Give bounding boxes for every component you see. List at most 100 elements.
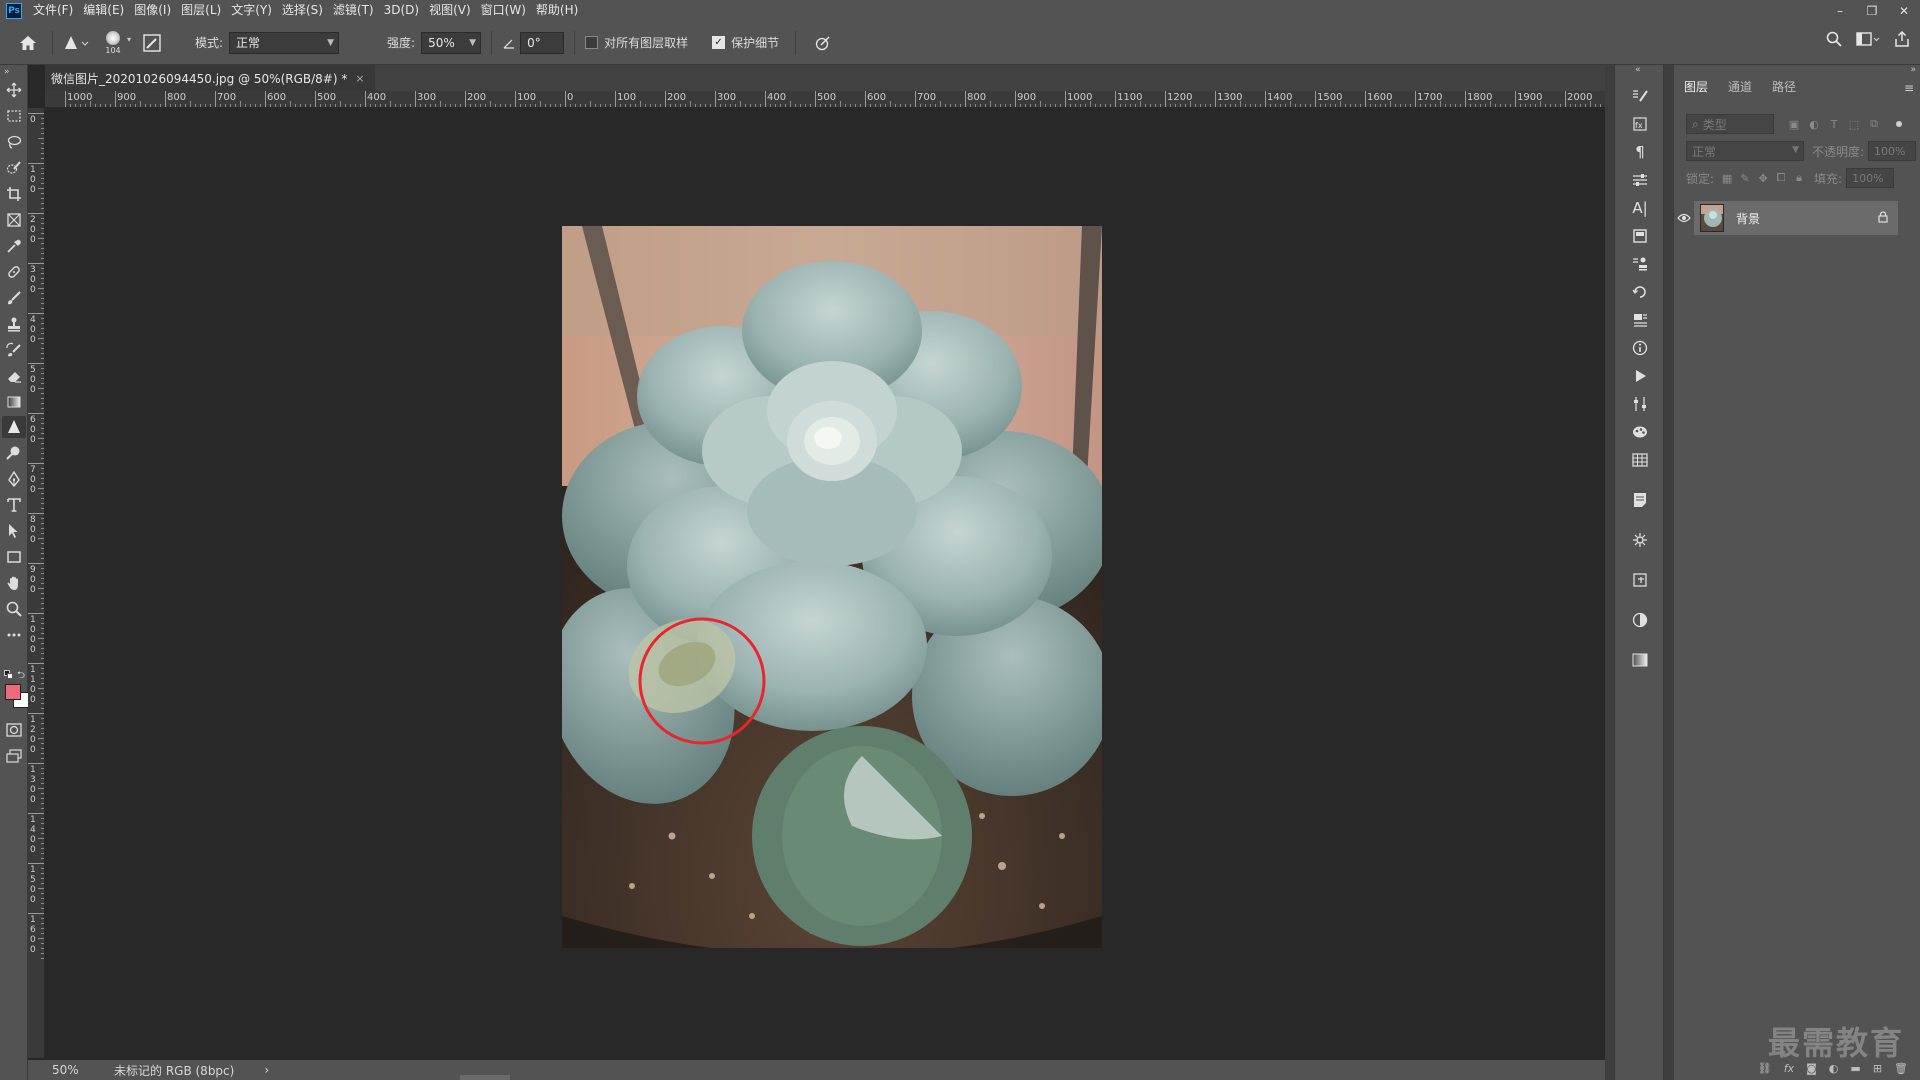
smart-object-filter-icon[interactable]: ⧉ (1864, 117, 1884, 131)
close-window-button[interactable]: ✕ (1888, 0, 1920, 21)
more-tools-icon[interactable] (2, 624, 26, 646)
sample-all-layers-checkbox[interactable] (585, 36, 599, 49)
styles-panel-icon[interactable]: fx (1628, 113, 1652, 135)
actions-panel-icon[interactable] (1628, 365, 1652, 387)
mode-select[interactable]: 正常 ▼ (229, 31, 340, 54)
protect-detail-checkbox[interactable]: ✓ (712, 36, 726, 49)
sharpen-tool-icon[interactable] (2, 416, 26, 438)
character-panel-icon[interactable]: A| (1628, 197, 1652, 219)
horizontal-ruler[interactable]: 1000 900 800 700 600 500 400 300 200 100 0 100 200 30… (45, 91, 1605, 108)
horizontal-scrollbar[interactable] (460, 1075, 510, 1080)
default-colors-icon[interactable] (4, 670, 14, 680)
close-tab-icon[interactable]: × (355, 72, 364, 85)
minimize-button[interactable]: – (1824, 0, 1856, 21)
status-arrow-icon[interactable]: › (264, 1063, 269, 1077)
tab-channels[interactable]: 通道 (1718, 75, 1762, 99)
healing-brush-tool-icon[interactable] (2, 261, 26, 283)
menu-filter[interactable]: 滤镜(T) (328, 0, 379, 21)
frame-tool-icon[interactable] (2, 209, 26, 231)
brush-preset-picker[interactable]: 104 ▾ (93, 23, 133, 63)
pressure-icon[interactable] (812, 35, 834, 51)
screen-mode-icon[interactable] (2, 745, 26, 767)
lock-pixels-icon[interactable]: ✎ (1736, 172, 1754, 185)
home-icon[interactable] (10, 28, 46, 58)
layer-filter-select[interactable]: ⌕ 类型 (1686, 114, 1774, 134)
properties-panel-icon[interactable] (1628, 169, 1652, 191)
tab-paths[interactable]: 路径 (1762, 75, 1806, 99)
angle-field[interactable]: 0° (520, 31, 565, 54)
adjustment-layer-panel-icon[interactable] (1628, 609, 1652, 631)
brush-settings-panel-icon[interactable] (1628, 85, 1652, 107)
collapse-toolbar-icon[interactable]: » (4, 67, 10, 77)
sharpen-tool-preset-icon[interactable] (59, 28, 93, 58)
menu-3d[interactable]: 3D(D) (379, 0, 424, 21)
chevron-down-icon[interactable]: ▼ (469, 38, 476, 48)
libraries-panel-icon[interactable] (1628, 225, 1652, 247)
visibility-eye-icon[interactable] (1674, 201, 1694, 235)
layer-row[interactable]: 背景 (1694, 201, 1898, 235)
brush-settings-icon[interactable] (137, 28, 167, 58)
hand-tool-icon[interactable] (2, 572, 26, 594)
quick-selection-tool-icon[interactable] (2, 157, 26, 179)
rectangle-tool-icon[interactable] (2, 546, 26, 568)
search-icon[interactable] (1826, 31, 1842, 47)
foreground-color-swatch[interactable] (5, 684, 21, 700)
menu-image[interactable]: 图像(I) (129, 0, 176, 21)
layer-lock-icon[interactable] (1878, 211, 1888, 226)
navigator-panel-icon[interactable] (1628, 529, 1652, 551)
document-image[interactable] (562, 226, 1102, 948)
dodge-tool-icon[interactable] (2, 442, 26, 464)
panel-menu-icon[interactable]: ≡ (1904, 81, 1914, 95)
clone-source-panel-icon[interactable] (1628, 253, 1652, 275)
zoom-tool-icon[interactable] (2, 598, 26, 620)
type-filter-icon[interactable]: T (1824, 118, 1844, 131)
menu-file[interactable]: 文件(F) (28, 0, 78, 21)
opacity-field[interactable]: 100% (1868, 141, 1917, 161)
lock-artboard-icon[interactable]: ⧠ (1772, 171, 1790, 185)
vertical-ruler[interactable]: 0 1 0 0 2 0 0 3 0 0 4 0 0 5 0 0 6 0 0 7 0 0 8 0 … (28, 108, 45, 1058)
menu-select[interactable]: 选择(S) (277, 0, 328, 21)
pixel-filter-icon[interactable]: ▣ (1784, 118, 1804, 131)
zoom-level[interactable]: 50% (28, 1063, 90, 1077)
menu-edit[interactable]: 编辑(E) (78, 0, 129, 21)
info-panel-icon[interactable] (1628, 337, 1652, 359)
history-panel-icon[interactable] (1628, 281, 1652, 303)
shape-filter-icon[interactable]: ⬚ (1844, 118, 1864, 131)
quick-mask-icon[interactable] (2, 719, 26, 741)
pen-tool-icon[interactable] (2, 468, 26, 490)
blend-mode-select[interactable]: 正常 ▼ (1686, 141, 1804, 161)
restore-button[interactable]: ❐ (1856, 0, 1888, 21)
lock-position-icon[interactable]: ✥ (1754, 172, 1772, 185)
history-brush-tool-icon[interactable] (2, 339, 26, 361)
lock-transparent-icon[interactable]: ▦ (1718, 172, 1736, 185)
menu-help[interactable]: 帮助(H) (531, 0, 583, 21)
tab-layers[interactable]: 图层 (1674, 75, 1719, 99)
gradients-panel-icon[interactable] (1628, 649, 1652, 671)
crop-tool-icon[interactable] (2, 183, 26, 205)
filter-toggle-icon[interactable] (1896, 121, 1902, 127)
share-icon[interactable] (1894, 31, 1910, 47)
adjustments-panel-icon[interactable] (1628, 393, 1652, 415)
strength-field[interactable]: 50% ▼ (421, 31, 482, 54)
path-selection-tool-icon[interactable] (2, 520, 26, 542)
lasso-tool-icon[interactable] (2, 131, 26, 153)
gradient-tool-icon[interactable] (2, 391, 26, 413)
fill-field[interactable]: 100% (1846, 168, 1895, 188)
adjustment-filter-icon[interactable]: ◐ (1804, 118, 1824, 131)
eraser-tool-icon[interactable] (2, 365, 26, 387)
color-panel-icon[interactable] (1628, 421, 1652, 443)
clone-stamp-tool-icon[interactable] (2, 313, 26, 335)
menu-layer[interactable]: 图层(L) (176, 0, 226, 21)
collapse-panel-icon[interactable]: » (1910, 65, 1916, 75)
eyedropper-tool-icon[interactable] (2, 235, 26, 257)
collapse-dock-icon[interactable]: « (1635, 65, 1641, 75)
menu-window[interactable]: 窗口(W) (476, 0, 531, 21)
paragraph-panel-icon[interactable]: ¶ (1628, 141, 1652, 163)
channels-panel-icon[interactable] (1628, 309, 1652, 331)
move-tool-icon[interactable] (2, 79, 26, 101)
timeline-panel-icon[interactable] (1628, 569, 1652, 591)
lock-all-icon[interactable]: 🔒︎ (1790, 171, 1808, 185)
swatches-panel-icon[interactable] (1628, 449, 1652, 471)
swap-colors-icon[interactable]: ⮌ (17, 668, 25, 685)
brush-tool-icon[interactable] (2, 287, 26, 309)
